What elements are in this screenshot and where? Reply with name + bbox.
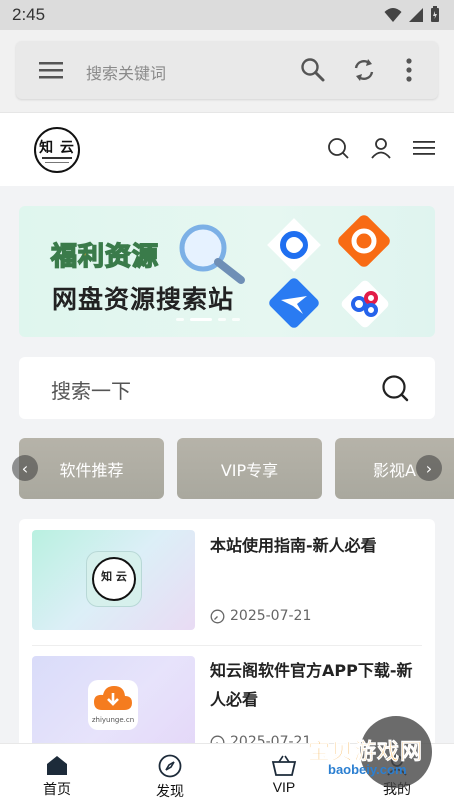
category-software[interactable]: 软件推荐 xyxy=(19,438,164,499)
post-title[interactable]: 知云阁软件官方APP下载-新人必看 xyxy=(210,656,420,714)
basket-icon xyxy=(271,755,297,776)
nav-home-label: 首页 xyxy=(43,781,71,797)
carousel-dot-active[interactable] xyxy=(190,318,212,321)
carousel-dot[interactable] xyxy=(176,318,184,321)
menu-icon[interactable] xyxy=(38,59,64,81)
battery-icon xyxy=(431,6,439,22)
bird-app-icon xyxy=(269,278,319,328)
refresh-icon[interactable] xyxy=(351,57,377,83)
banner-carousel[interactable]: 福利资源 网盘资源搜索站 xyxy=(19,206,435,337)
home-icon xyxy=(47,756,67,775)
carousel-dot[interactable] xyxy=(232,318,240,321)
logo-rule-small xyxy=(45,162,69,163)
hamburger-icon[interactable] xyxy=(413,137,435,159)
list-divider xyxy=(32,645,422,646)
browser-search-placeholder[interactable]: 搜索关键词 xyxy=(86,60,166,84)
site-search-box[interactable]: 搜索一下 xyxy=(19,357,435,419)
logo-text: 知 云 xyxy=(39,140,75,156)
nav-discover[interactable]: 发现 xyxy=(130,754,210,801)
site-search-placeholder[interactable]: 搜索一下 xyxy=(51,375,131,404)
more-vert-icon[interactable] xyxy=(404,57,414,83)
download-app-logo: zhiyunge.cn xyxy=(88,680,138,730)
post-thumbnail[interactable]: zhiyunge.cn xyxy=(32,656,195,756)
chevron-right-icon: › xyxy=(425,458,433,478)
category-vip[interactable]: VIP专享 xyxy=(177,438,322,499)
site-search-icon[interactable] xyxy=(381,374,409,402)
header-search-icon[interactable] xyxy=(327,137,349,159)
chevron-left-icon: ‹ xyxy=(21,458,29,478)
compass-icon xyxy=(158,754,182,778)
search-icon[interactable] xyxy=(300,57,326,83)
browser-search-bar[interactable]: 搜索关键词 xyxy=(16,41,438,99)
cloud-app-icon xyxy=(267,218,321,272)
post-item[interactable]: zhiyunge.cn 知云阁软件官方APP下载-新人必看 2025-07-21 xyxy=(19,519,435,756)
status-icons xyxy=(384,6,440,23)
carousel-dots xyxy=(176,318,240,321)
magnifier-illustration xyxy=(179,224,245,284)
slider-next-button[interactable]: › xyxy=(416,455,442,481)
status-bar: 2:45 xyxy=(0,0,454,30)
watermark-url: baobeiy.com xyxy=(328,762,407,777)
signal-icon xyxy=(409,7,423,22)
user-icon[interactable] xyxy=(370,137,392,159)
browser-toolbar: 搜索关键词 xyxy=(0,30,454,112)
wifi-icon xyxy=(384,7,402,22)
carousel-dot[interactable] xyxy=(218,318,226,321)
logo-rule xyxy=(42,157,72,159)
nav-discover-label: 发现 xyxy=(156,783,184,799)
site-header: 知 云 xyxy=(0,112,454,186)
nav-home[interactable]: 首页 xyxy=(17,754,97,799)
site-logo[interactable]: 知 云 xyxy=(34,127,80,173)
download-app-url: zhiyunge.cn xyxy=(91,716,135,724)
watermark-overlay: 宝贝游戏网 baobeiy.com xyxy=(300,710,450,800)
cloud-download-icon xyxy=(94,686,132,710)
dots-app-icon xyxy=(341,280,389,328)
orange-app-icon xyxy=(338,215,390,267)
banner-headline: 福利资源 xyxy=(50,241,160,273)
category-slider: 软件推荐 VIP专享 影视A xyxy=(0,438,454,500)
status-time: 2:45 xyxy=(12,5,46,24)
slider-prev-button[interactable]: ‹ xyxy=(12,455,38,481)
